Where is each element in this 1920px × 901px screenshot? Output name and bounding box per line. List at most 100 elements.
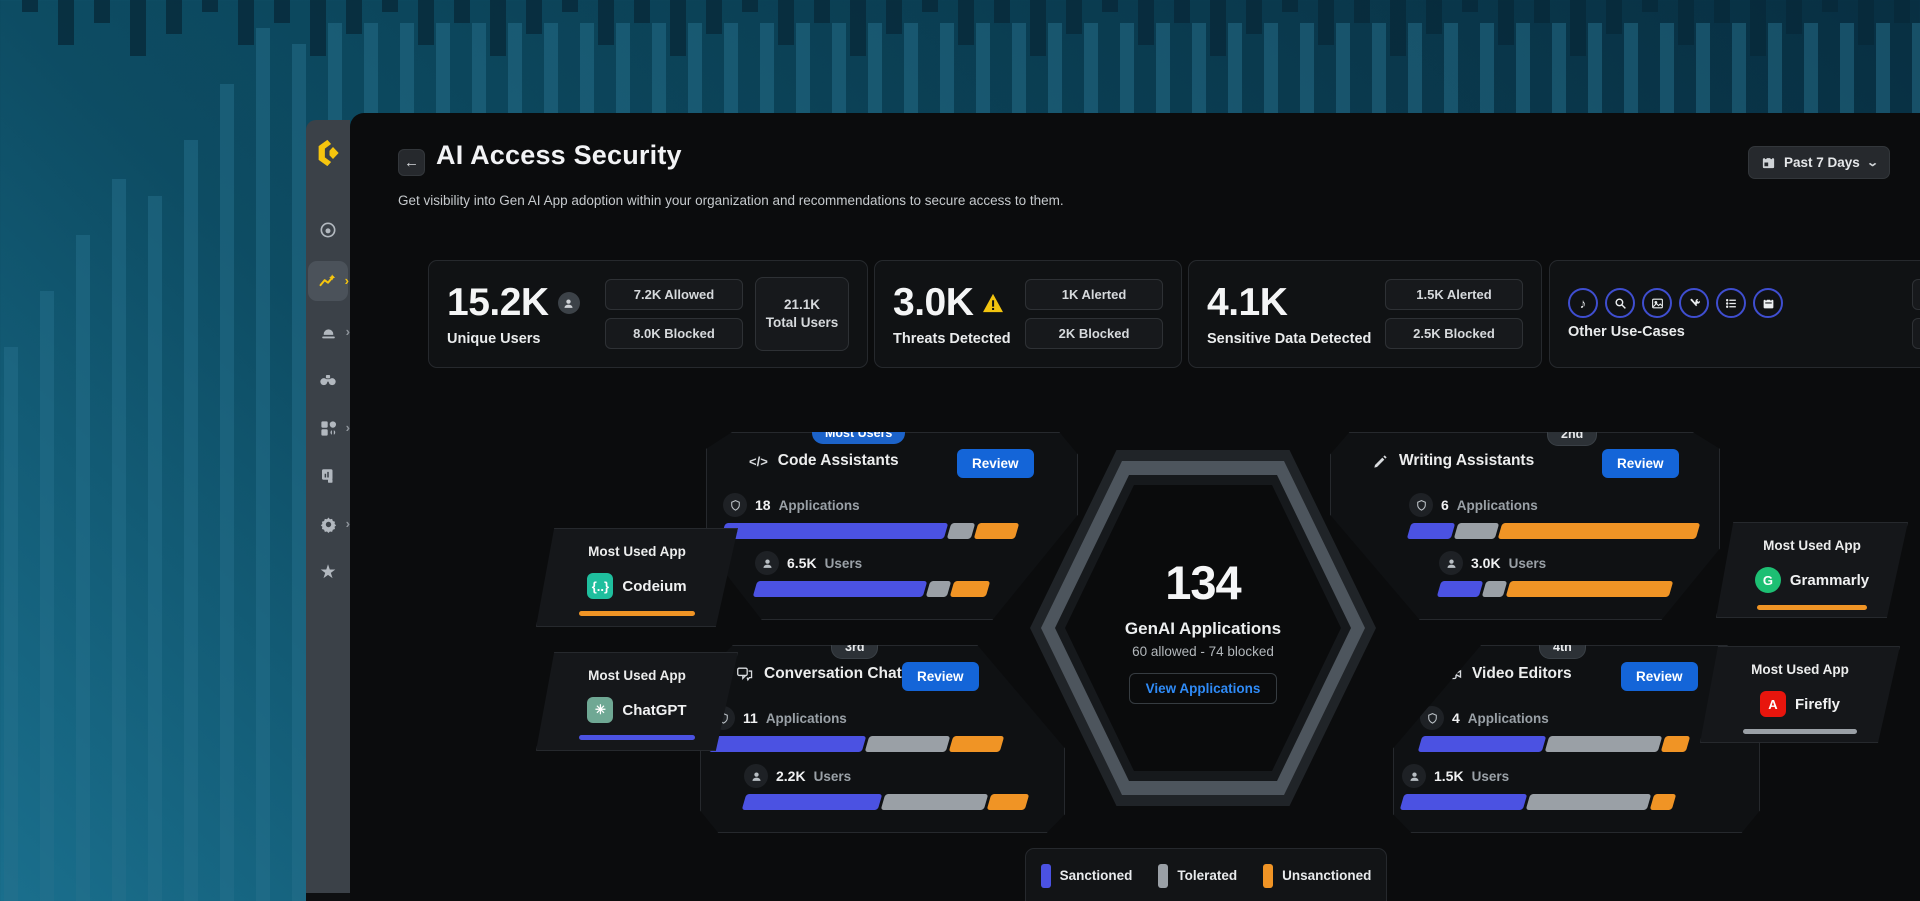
users-stacked-bar <box>753 581 994 597</box>
blocked-pill: 8.0K Blocked <box>605 318 743 349</box>
use-case-icons: ♪ <box>1568 288 1783 318</box>
stat-label: Threats Detected <box>893 331 1011 347</box>
row-value: 3.0K <box>1471 555 1501 571</box>
user-icon <box>755 551 779 575</box>
row-label: Applications <box>1468 711 1549 726</box>
most-used-app-card-grammarly: Most Used App G Grammarly <box>1716 522 1908 618</box>
codeium-icon: {..} <box>587 573 613 599</box>
page-subtitle: Get visibility into Gen AI App adoption … <box>398 193 1064 208</box>
row-value: 6.5K <box>787 555 817 571</box>
sidebar-item-discover[interactable] <box>310 363 346 397</box>
most-used-app-title: Most Used App <box>588 544 686 559</box>
genai-total-value: 134 <box>1165 555 1240 610</box>
applications-stacked-bar <box>721 523 1020 539</box>
stat-value: 3.0K <box>893 281 973 325</box>
unsanctioned-swatch <box>1263 864 1273 888</box>
tolerated-swatch <box>1158 864 1168 888</box>
back-arrow-icon: ← <box>404 154 419 171</box>
row-label: Applications <box>779 498 860 513</box>
users-stacked-bar <box>742 794 1042 810</box>
calendar-icon <box>1761 155 1776 170</box>
total-users-box: 21.1K Total Users <box>755 277 849 351</box>
shield-icon <box>1409 493 1433 517</box>
category-card-conversation-chats: 3rd Conversation Chats Review 11 Applica… <box>700 645 1065 833</box>
applications-pill: 95 Applications <box>1912 279 1920 310</box>
category-card-code-assistants: Most Users </> Code Assistants Review 18… <box>706 432 1078 620</box>
sanctioned-swatch <box>1041 864 1051 888</box>
sidebar-footer-strip <box>306 893 350 901</box>
image-icon <box>1642 288 1672 318</box>
blocked-pill: 2.5K Blocked <box>1385 318 1523 349</box>
review-button[interactable]: Review <box>1621 662 1698 691</box>
tools-icon <box>1679 288 1709 318</box>
legend-item-tolerated: Tolerated <box>1158 864 1237 888</box>
warning-icon <box>982 293 1004 313</box>
firefly-icon: A <box>1760 691 1786 717</box>
stat-label: Sensitive Data Detected <box>1207 331 1371 347</box>
page-title: AI Access Security <box>436 140 682 171</box>
app-name: Codeium <box>622 578 686 595</box>
genai-allowed-blocked: 60 allowed - 74 blocked <box>1132 644 1274 659</box>
allowed-pill: 7.2K Allowed <box>605 279 743 310</box>
sidebar-item-radar[interactable] <box>310 213 346 247</box>
grammarly-icon: G <box>1755 567 1781 593</box>
chevron-right-icon: › <box>345 273 349 288</box>
code-icon: </> <box>749 454 768 469</box>
review-button[interactable]: Review <box>902 662 979 691</box>
category-name: Conversation Chats <box>764 665 910 683</box>
rank-badge: 2nd <box>1547 422 1597 446</box>
category-card-writing-assistants: 2nd Writing Assistants Review 6 Applicat… <box>1330 432 1720 620</box>
total-value: 21.1K <box>784 296 820 314</box>
calendar-icon <box>1753 288 1783 318</box>
genai-hexagon: 134 GenAI Applications 60 allowed - 74 b… <box>1030 450 1376 806</box>
sidebar-item-settings[interactable]: › <box>310 507 346 541</box>
users-stacked-bar <box>1437 581 1677 597</box>
music-icon: ♪ <box>1568 288 1598 318</box>
chat-icon <box>736 666 754 682</box>
most-used-app-card-chatgpt: Most Used App ✳ ChatGPT <box>536 652 738 751</box>
app-underline <box>579 611 695 616</box>
category-name: Writing Assistants <box>1399 452 1534 470</box>
back-button[interactable]: ← <box>398 149 425 176</box>
main-panel: ← AI Access Security Get visibility into… <box>350 113 1920 901</box>
row-label: Users <box>1509 556 1547 571</box>
chevron-down-icon: ⌄ <box>1866 156 1879 169</box>
sidebar-item-insights[interactable]: › <box>308 261 348 301</box>
review-button[interactable]: Review <box>1602 449 1679 478</box>
rank-badge: 4th <box>1539 635 1586 659</box>
sidebar-item-apps[interactable]: › <box>310 411 346 445</box>
stat-card-unique-users: 15.2K Unique Users 7.2K Allowed 8.0K Blo… <box>428 260 868 368</box>
stat-label: Other Use-Cases <box>1568 324 1783 340</box>
most-users-badge: Most Users <box>812 422 905 444</box>
row-value: 6 <box>1441 497 1449 513</box>
stat-value: 4.1K <box>1207 281 1287 325</box>
user-icon <box>1439 551 1463 575</box>
sidebar: › › › › ★ <box>306 120 350 893</box>
stat-card-threats: 3.0K Threats Detected 1K Alerted 2K Bloc… <box>874 260 1182 368</box>
applications-stacked-bar <box>1407 523 1704 539</box>
time-range-dropdown[interactable]: Past 7 Days ⌄ <box>1748 146 1890 179</box>
app-name: ChatGPT <box>622 702 686 719</box>
review-button[interactable]: Review <box>957 449 1034 478</box>
stat-card-other-use-cases: ♪ Other Use-Cases 95 Applications 2K Use… <box>1549 260 1920 368</box>
category-name: Code Assistants <box>778 452 899 470</box>
legend: Sanctioned Tolerated Unsanctioned <box>1025 848 1387 901</box>
blocked-pill: 2K Blocked <box>1025 318 1163 349</box>
pencil-icon <box>1373 453 1389 469</box>
time-range-label: Past 7 Days <box>1784 155 1860 170</box>
shield-icon <box>723 493 747 517</box>
row-value: 2.2K <box>776 768 806 784</box>
app-underline <box>1757 605 1867 610</box>
sidebar-item-reports[interactable] <box>310 459 346 493</box>
shield-icon <box>1420 706 1444 730</box>
sidebar-item-alerts[interactable]: › <box>310 315 346 349</box>
applications-stacked-bar <box>709 736 1014 752</box>
sidebar-item-favorites[interactable]: ★ <box>310 555 346 589</box>
genai-total-label: GenAI Applications <box>1125 619 1281 639</box>
stat-label: Unique Users <box>447 331 580 347</box>
rank-badge: 3rd <box>831 635 878 659</box>
prisma-logo-icon[interactable] <box>311 136 345 170</box>
row-value: 11 <box>743 710 758 726</box>
user-icon <box>1402 764 1426 788</box>
view-applications-button[interactable]: View Applications <box>1129 673 1278 704</box>
